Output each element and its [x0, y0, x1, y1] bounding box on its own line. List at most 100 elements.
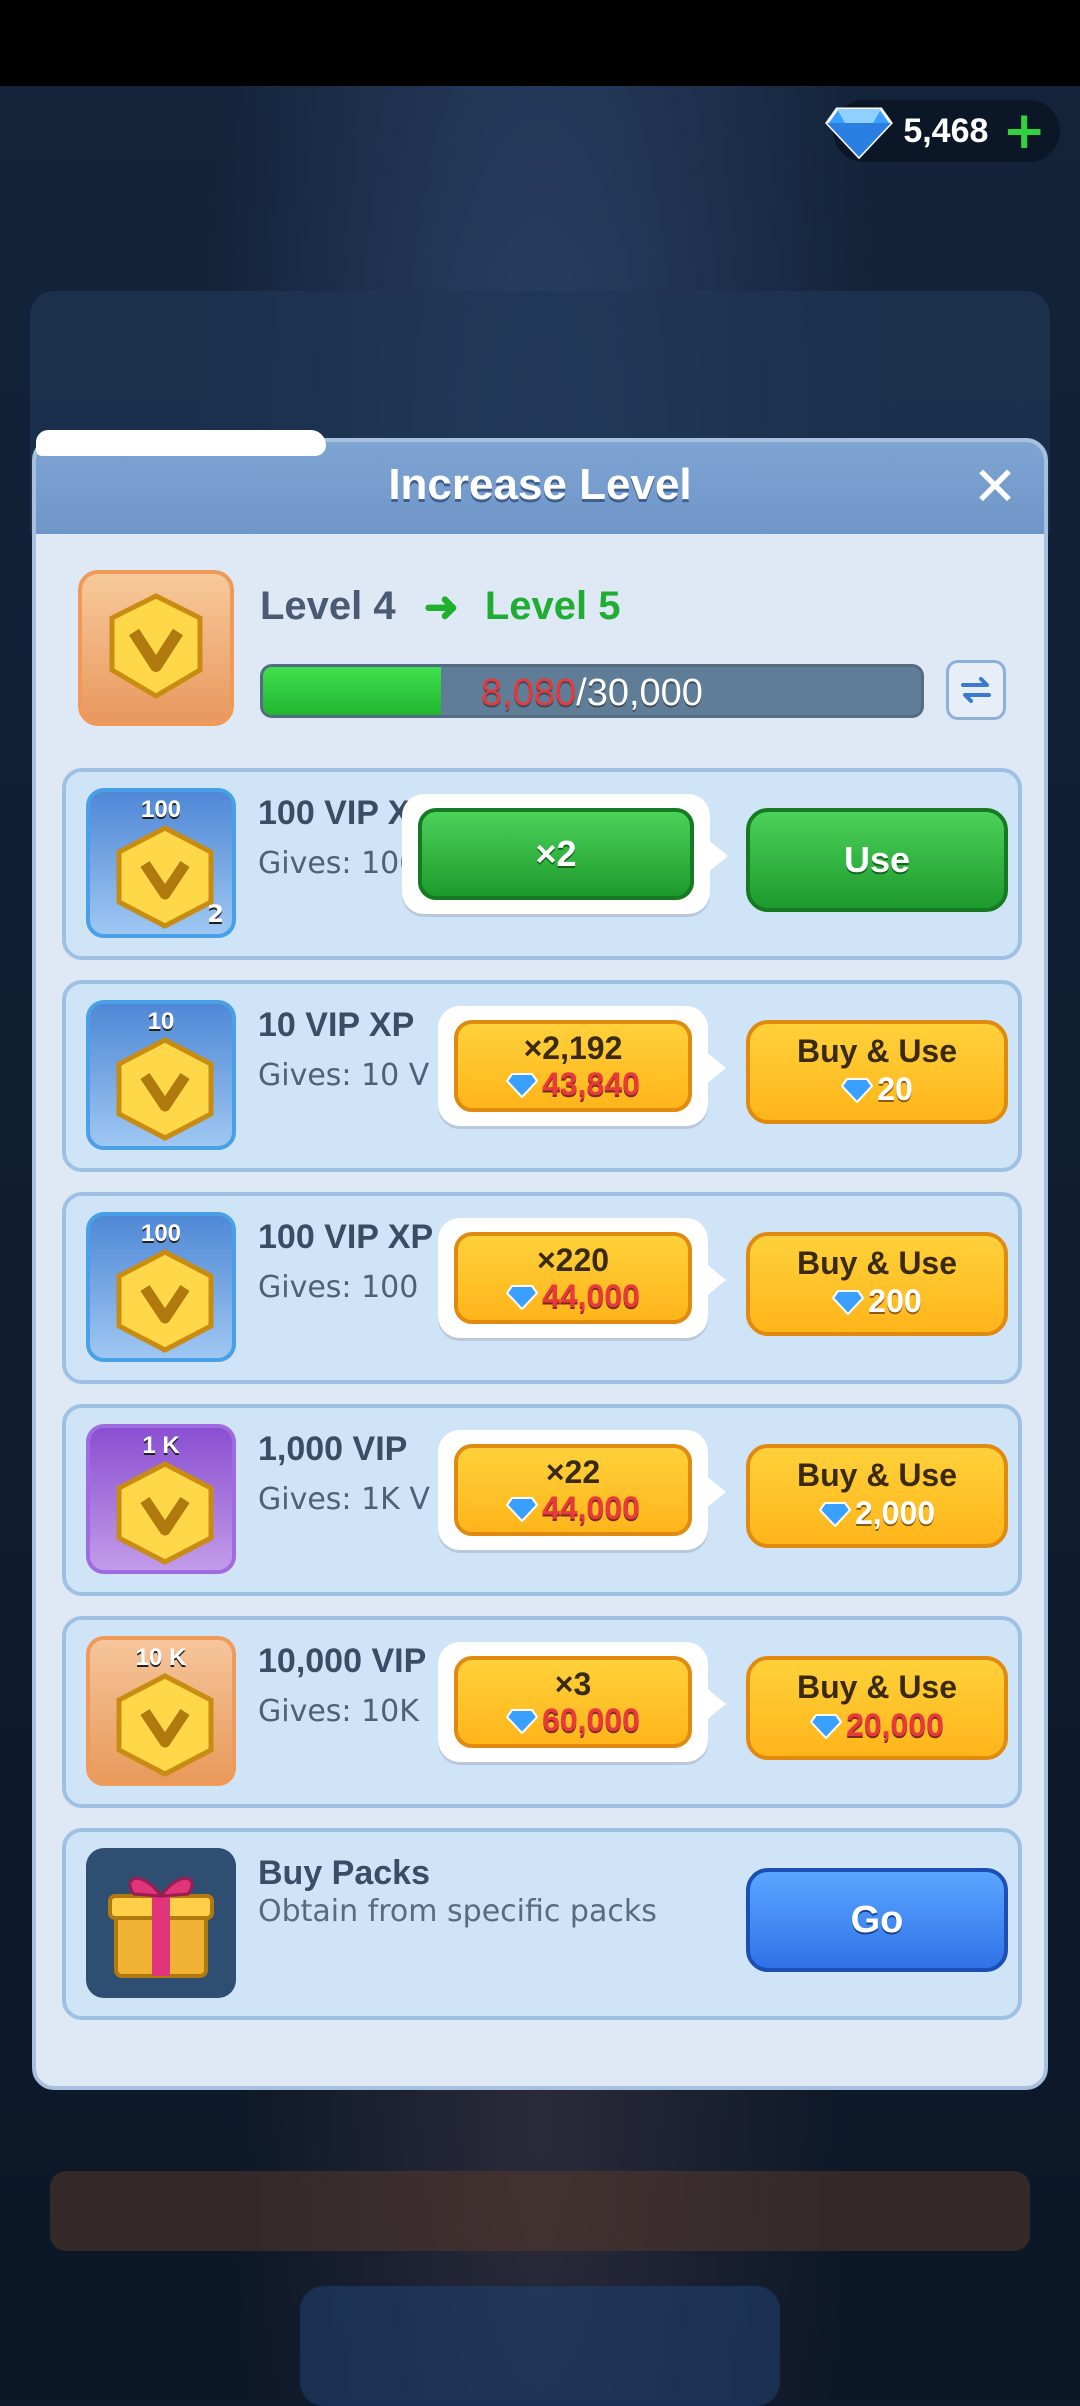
- level-change: Level 4 ➜ Level 5: [260, 582, 621, 631]
- list-item: 10 K 10,000 VIP Gives: 10K ×3 60,000 Buy…: [62, 1616, 1022, 1808]
- gift-icon: [108, 1876, 214, 1978]
- item-desc: Gives: 10 V: [258, 1058, 430, 1093]
- vip-chevron-icon: [109, 593, 203, 699]
- background-button: [300, 2286, 780, 2406]
- quantity-cost-value: 60,000: [542, 1702, 640, 1738]
- gem-icon: [825, 107, 894, 160]
- quantity-multiplier: ×22: [545, 1454, 601, 1490]
- price: 20,000: [750, 1706, 1004, 1744]
- price-value: 2,000: [854, 1495, 936, 1531]
- quantity-multiplier: ×220: [536, 1242, 610, 1278]
- item-name: 1,000 VIP: [258, 1430, 408, 1468]
- gem-icon: [506, 1285, 539, 1310]
- item-count: 2: [207, 900, 224, 928]
- buy-and-use-button[interactable]: Buy & Use 200: [746, 1232, 1008, 1336]
- add-gems-button[interactable]: +: [1002, 105, 1046, 157]
- buy-and-use-label: Buy & Use: [796, 1669, 958, 1705]
- increase-level-dialog: Increase Level ✕ Level 4 ➜ Level 5 8,080…: [32, 430, 1048, 2090]
- vip-xp-thumb: 100 2: [86, 788, 236, 938]
- quantity-multiplier: ×2,192: [523, 1030, 623, 1066]
- item-name: 10 VIP XP: [258, 1006, 415, 1044]
- price-value: 200: [868, 1283, 922, 1319]
- dialog-title: Increase Level: [388, 460, 692, 509]
- gem-amount: 5,468: [903, 111, 989, 150]
- packs-desc: Obtain from specific packs: [258, 1894, 657, 1929]
- level-from: Level 4: [260, 584, 396, 628]
- dialog-header: Increase Level ✕: [36, 430, 1044, 534]
- vip-chevron-icon: [116, 825, 214, 929]
- quantity-button[interactable]: ×220 44,000: [454, 1232, 692, 1324]
- buy-and-use-label: Buy & Use: [796, 1457, 958, 1493]
- xp-progress-bar: 8,080/30,000: [260, 664, 924, 718]
- list-item: 10 10 VIP XP Gives: 10 V ×2,192 43,840 B…: [62, 980, 1022, 1172]
- gem-icon: [818, 1502, 851, 1527]
- item-badge: 100: [140, 1220, 182, 1247]
- item-badge: 100: [140, 796, 182, 823]
- item-desc: Gives: 1K V: [258, 1482, 430, 1517]
- quantity-button[interactable]: ×22 44,000: [454, 1444, 692, 1536]
- go-button[interactable]: Go: [746, 1868, 1008, 1972]
- item-badge: 10 K: [135, 1644, 187, 1671]
- gem-icon: [506, 1073, 539, 1098]
- vip-xp-thumb: 10 K: [86, 1636, 236, 1786]
- quantity-cost: 44,000: [458, 1278, 688, 1314]
- item-badge: 10: [147, 1008, 175, 1035]
- price: 200: [750, 1282, 1004, 1320]
- item-name: 100 VIP XP: [258, 1218, 434, 1256]
- swap-button[interactable]: [946, 660, 1006, 720]
- vip-xp-thumb: 10: [86, 1000, 236, 1150]
- quantity-cost: 44,000: [458, 1490, 688, 1526]
- quantity-cost-value: 44,000: [542, 1278, 640, 1314]
- vip-chevron-icon: [116, 1673, 214, 1777]
- vip-chevron-icon: [116, 1461, 214, 1565]
- price-value: 20: [877, 1071, 913, 1107]
- buy-and-use-label: Buy & Use: [796, 1033, 958, 1069]
- gem-counter[interactable]: 5,468 +: [825, 100, 1060, 162]
- quantity-bubble: ×22 44,000: [438, 1430, 726, 1550]
- quantity-button[interactable]: ×2: [418, 808, 694, 900]
- price: 2,000: [750, 1494, 1004, 1532]
- swap-icon: [961, 677, 991, 703]
- vip-level-icon: [78, 570, 234, 726]
- list-item: 100 100 VIP XP Gives: 100 ×220 44,000 Bu…: [62, 1192, 1022, 1384]
- quantity-button[interactable]: ×2,192 43,840: [454, 1020, 692, 1112]
- list-item: 1 K 1,000 VIP Gives: 1K V ×22 44,000 Buy…: [62, 1404, 1022, 1596]
- buy-and-use-button[interactable]: Buy & Use 20,000: [746, 1656, 1008, 1760]
- xp-current: 8,080: [481, 672, 577, 714]
- packs-thumb: [86, 1848, 236, 1998]
- quantity-cost: 60,000: [458, 1702, 688, 1738]
- snow-decoration: [36, 430, 326, 456]
- vip-chevron-icon: [116, 1249, 214, 1353]
- vip-chevron-icon: [116, 1037, 214, 1141]
- item-name: 10,000 VIP: [258, 1642, 427, 1680]
- packs-title: Buy Packs: [258, 1854, 430, 1892]
- price-value: 20,000: [846, 1707, 944, 1743]
- buy-and-use-button[interactable]: Buy & Use 2,000: [746, 1444, 1008, 1548]
- background-banner: [50, 2171, 1030, 2251]
- level-to: Level 5: [484, 584, 621, 628]
- gem-icon: [832, 1290, 865, 1315]
- close-icon[interactable]: ✕: [968, 460, 1022, 514]
- vip-xp-thumb: 1 K: [86, 1424, 236, 1574]
- item-desc: Gives: 100: [258, 1270, 419, 1305]
- list-item: 100 2 100 VIP XP Gives: 100 V ×2 Use: [62, 768, 1022, 960]
- buy-and-use-label: Buy & Use: [796, 1245, 958, 1281]
- quantity-cost: 43,840: [458, 1066, 688, 1102]
- vip-xp-thumb: 100: [86, 1212, 236, 1362]
- xp-total: /30,000: [576, 672, 703, 714]
- gem-icon: [506, 1497, 539, 1522]
- quantity-bubble: ×2: [402, 794, 728, 914]
- item-desc: Gives: 10K: [258, 1694, 419, 1729]
- quantity-bubble: ×220 44,000: [438, 1218, 726, 1338]
- use-button[interactable]: Use: [746, 808, 1008, 912]
- quantity-bubble: ×3 60,000: [438, 1642, 726, 1762]
- quantity-cost-value: 44,000: [542, 1490, 640, 1526]
- buy-packs-item: Buy Packs Obtain from specific packs Go: [62, 1828, 1022, 2020]
- price: 20: [750, 1070, 1004, 1108]
- status-bar: [0, 0, 1080, 86]
- buy-and-use-button[interactable]: Buy & Use 20: [746, 1020, 1008, 1124]
- gem-icon: [841, 1078, 874, 1103]
- quantity-multiplier: ×3: [554, 1666, 592, 1702]
- quantity-button[interactable]: ×3 60,000: [454, 1656, 692, 1748]
- arrow-right-icon: ➜: [423, 583, 459, 630]
